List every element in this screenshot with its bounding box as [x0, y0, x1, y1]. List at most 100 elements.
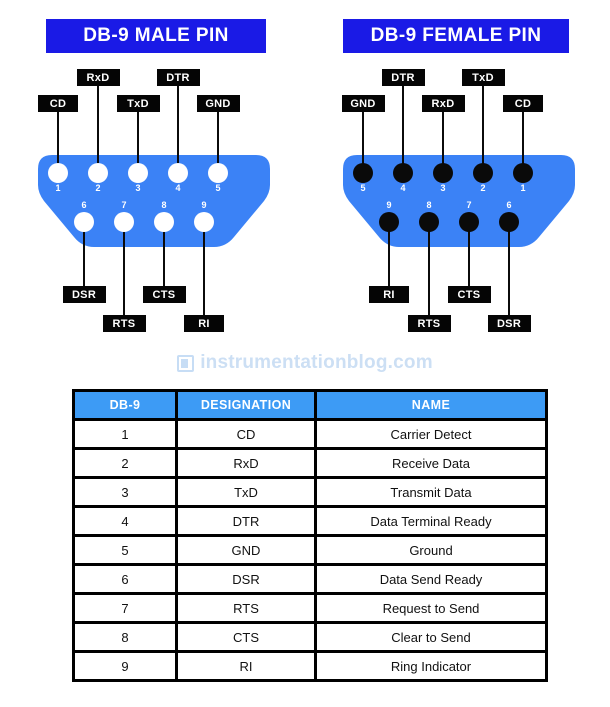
female-pin-5 — [353, 163, 373, 183]
cell-db9: 5 — [72, 534, 178, 566]
female-pin-number-7: 7 — [466, 200, 472, 210]
female-pin-number-3: 3 — [440, 183, 446, 193]
male-pin-5 — [208, 163, 228, 183]
male-pin-7 — [114, 212, 134, 232]
female-connector-title: DB-9 FEMALE PIN — [343, 19, 569, 53]
male-connector-shell — [38, 155, 270, 247]
male-label-rts: RTS — [102, 315, 146, 332]
female-pin-8 — [419, 212, 439, 232]
male-label-gnd: GND — [196, 95, 240, 112]
male-pin-9 — [194, 212, 214, 232]
cell-designation: DTR — [175, 505, 317, 537]
female-label-cd: CD — [503, 95, 543, 112]
cell-db9: 2 — [72, 447, 178, 479]
cell-name: Clear to Send — [314, 621, 548, 653]
column-header-name: NAME — [314, 389, 548, 421]
male-pin-number-7: 7 — [121, 200, 127, 210]
male-leader-dtr — [177, 86, 179, 173]
cell-db9: 9 — [72, 650, 178, 682]
male-pin-number-1: 1 — [55, 183, 61, 193]
female-pin-1 — [513, 163, 533, 183]
female-label-txd: TxD — [461, 69, 505, 86]
cell-db9: 3 — [72, 476, 178, 508]
female-label-ri: RI — [369, 286, 409, 303]
female-label-gnd: GND — [341, 95, 385, 112]
column-header-designation: DESIGNATION — [175, 389, 317, 421]
male-pin-number-4: 4 — [175, 183, 181, 193]
male-pin-number-2: 2 — [95, 183, 101, 193]
table-row: 8 CTS Clear to Send — [72, 621, 548, 653]
cell-name: Data Send Ready — [314, 563, 548, 595]
db9-pinout-table: DB-9 DESIGNATION NAME 1 CD Carrier Detect 2… — [72, 389, 548, 682]
cell-db9: 1 — [72, 418, 178, 450]
female-leader-rts — [428, 222, 430, 315]
cell-designation: DSR — [175, 563, 317, 595]
cell-db9: 7 — [72, 592, 178, 624]
male-label-dsr: DSR — [62, 286, 106, 303]
female-label-rxd: RxD — [421, 95, 465, 112]
male-pin-2 — [88, 163, 108, 183]
female-label-rts: RTS — [407, 315, 451, 332]
male-connector-title: DB-9 MALE PIN — [46, 19, 266, 53]
female-pin-9 — [379, 212, 399, 232]
female-label-dsr: DSR — [487, 315, 531, 332]
column-header-db9: DB-9 — [72, 389, 178, 421]
female-pin-3 — [433, 163, 453, 183]
female-label-dtr: DTR — [381, 69, 425, 86]
cell-name: Ground — [314, 534, 548, 566]
female-pin-number-4: 4 — [400, 183, 406, 193]
female-connector-shell — [343, 155, 575, 247]
cell-name: Ring Indicator — [314, 650, 548, 682]
male-pin-number-9: 9 — [201, 200, 207, 210]
male-connector-diagram: 1 2 3 4 5 6 7 8 9 CD RxD TxD DTR GND DSR RTS CTS RI — [0, 55, 305, 345]
male-pin-number-6: 6 — [81, 200, 87, 210]
cell-name: Receive Data — [314, 447, 548, 479]
cell-designation: CD — [175, 418, 317, 450]
male-pin-8 — [154, 212, 174, 232]
female-pin-2 — [473, 163, 493, 183]
cell-designation: CTS — [175, 621, 317, 653]
cell-name: Request to Send — [314, 592, 548, 624]
female-pin-number-6: 6 — [506, 200, 512, 210]
cell-designation: TxD — [175, 476, 317, 508]
cell-name: Data Terminal Ready — [314, 505, 548, 537]
female-connector-diagram: 5 4 3 2 1 9 8 7 6 GND DTR RxD TxD CD RI RTS CTS DSR — [305, 55, 610, 345]
male-pin-4 — [168, 163, 188, 183]
female-leader-dtr — [402, 86, 404, 173]
female-label-cts: CTS — [447, 286, 491, 303]
female-pin-number-9: 9 — [386, 200, 392, 210]
table-row: 9 RI Ring Indicator — [72, 650, 548, 682]
male-leader-rxd — [97, 86, 99, 173]
male-label-txd: TxD — [116, 95, 160, 112]
female-pin-6 — [499, 212, 519, 232]
male-label-dtr: DTR — [156, 69, 200, 86]
cell-db9: 4 — [72, 505, 178, 537]
male-pin-number-3: 3 — [135, 183, 141, 193]
female-pin-7 — [459, 212, 479, 232]
monitor-icon — [177, 354, 195, 372]
male-label-ri: RI — [184, 315, 224, 332]
cell-name: Transmit Data — [314, 476, 548, 508]
male-pin-6 — [74, 212, 94, 232]
male-leader-rts — [123, 222, 125, 315]
table-row: 3 TxD Transmit Data — [72, 476, 548, 508]
male-pin-1 — [48, 163, 68, 183]
female-leader-dsr — [508, 222, 510, 315]
female-pin-4 — [393, 163, 413, 183]
cell-designation: RI — [175, 650, 317, 682]
watermark-text: instrumentationblog.com — [200, 352, 433, 373]
table-header-row: DB-9 DESIGNATION NAME — [72, 389, 548, 421]
table-row: 6 DSR Data Send Ready — [72, 563, 548, 595]
table-row: 2 RxD Receive Data — [72, 447, 548, 479]
table-row: 1 CD Carrier Detect — [72, 418, 548, 450]
cell-db9: 8 — [72, 621, 178, 653]
male-label-cts: CTS — [142, 286, 186, 303]
table-row: 4 DTR Data Terminal Ready — [72, 505, 548, 537]
male-pin-3 — [128, 163, 148, 183]
female-leader-txd — [482, 86, 484, 173]
female-pin-number-1: 1 — [520, 183, 526, 193]
site-watermark: instrumentationblog.com — [0, 352, 610, 377]
cell-name: Carrier Detect — [314, 418, 548, 450]
table-row: 5 GND Ground — [72, 534, 548, 566]
male-pin-number-5: 5 — [215, 183, 221, 193]
